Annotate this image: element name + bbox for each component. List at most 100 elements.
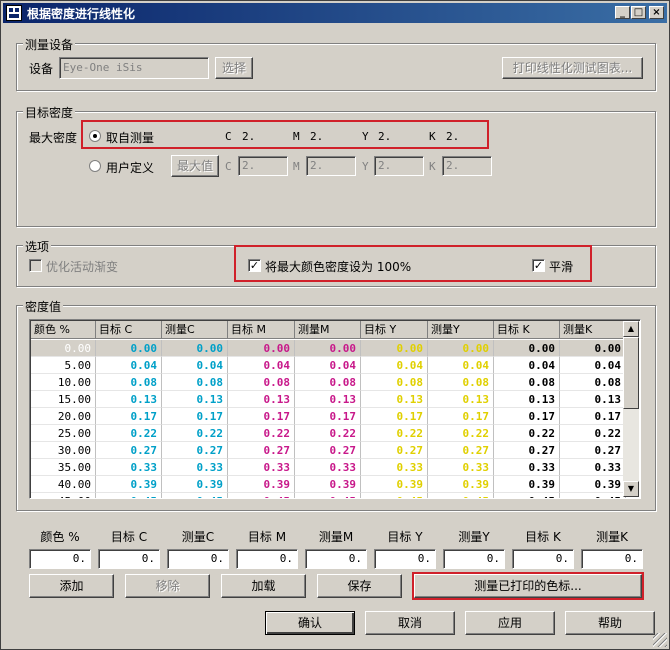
table-cell: 0.22: [494, 425, 560, 442]
help-button[interactable]: 帮助: [565, 611, 655, 635]
user-m-field[interactable]: 2.: [306, 156, 356, 176]
measured-m-label: M: [293, 130, 300, 143]
from-measure-radio[interactable]: [89, 130, 101, 142]
editor-field[interactable]: 0.: [305, 549, 367, 569]
dialog-window: 根据密度进行线性化 _ □ × 测量设备 设备 Eye-One iSis 选择 …: [0, 0, 670, 650]
load-button[interactable]: 加载: [221, 574, 306, 598]
editor-field[interactable]: 0.: [236, 549, 298, 569]
table-cell: 0.00: [560, 340, 626, 357]
print-test-chart-button[interactable]: 打印线性化测试图表...: [502, 57, 643, 79]
editor-field[interactable]: 0.: [167, 549, 229, 569]
table-cell: 0.45: [228, 493, 295, 498]
vertical-scrollbar[interactable]: ▲ ▼: [623, 321, 639, 497]
max-density-100-label: 将最大颜色密度设为 100%: [265, 260, 412, 274]
save-button[interactable]: 保存: [317, 574, 402, 598]
close-button[interactable]: ×: [649, 6, 664, 19]
table-cell: 5.00: [31, 357, 96, 374]
max-density-100-checkbox[interactable]: ✓: [248, 259, 261, 272]
table-cell: 25.00: [31, 425, 96, 442]
column-header[interactable]: 颜色 %: [31, 321, 96, 339]
table-cell: 0.13: [428, 391, 494, 408]
table-cell: 0.13: [494, 391, 560, 408]
smooth-checkbox[interactable]: ✓: [532, 259, 545, 272]
column-header[interactable]: 测量M: [295, 321, 361, 339]
measure-printed-patches-button[interactable]: 测量已打印的色标...: [414, 574, 642, 598]
editor-field[interactable]: 0.: [443, 549, 505, 569]
apply-button[interactable]: 应用: [465, 611, 555, 635]
table-cell: 0.17: [560, 408, 626, 425]
table-cell: 0.04: [96, 357, 162, 374]
table-cell: 0.22: [428, 425, 494, 442]
window-title: 根据密度进行线性化: [27, 7, 136, 21]
scroll-down-button[interactable]: ▼: [623, 481, 639, 497]
user-k-field[interactable]: 2.: [442, 156, 492, 176]
editor-label: 目标 K: [525, 530, 561, 544]
table-cell: 0.27: [494, 442, 560, 459]
table-cell: 0.33: [560, 459, 626, 476]
minimize-button[interactable]: _: [615, 6, 630, 19]
scroll-thumb[interactable]: [623, 337, 639, 409]
table-cell: 0.39: [560, 476, 626, 493]
table-cell: 30.00: [31, 442, 96, 459]
from-measure-label: 取自测量: [106, 131, 155, 145]
column-header[interactable]: 目标 M: [228, 321, 295, 339]
editor-label: 颜色 %: [40, 530, 80, 544]
table-cell: 45.00: [31, 493, 96, 498]
table-cell: 0.00: [228, 340, 295, 357]
ok-button[interactable]: 确认: [265, 611, 355, 635]
size-grip[interactable]: [653, 633, 667, 647]
table-cell: 0.33: [494, 459, 560, 476]
remove-button[interactable]: 移除: [125, 574, 210, 598]
max-value-button[interactable]: 最大值: [171, 155, 219, 177]
user-m-label: M: [293, 160, 300, 173]
measured-c-value: 2.: [242, 130, 256, 143]
table-cell: 0.08: [361, 374, 428, 391]
table-cell: 0.08: [428, 374, 494, 391]
user-y-label: Y: [362, 160, 369, 173]
table-cell: 20.00: [31, 408, 96, 425]
table-cell: 0.27: [228, 442, 295, 459]
table-cell: 35.00: [31, 459, 96, 476]
editor-field[interactable]: 0.: [29, 549, 91, 569]
editor-field[interactable]: 0.: [581, 549, 643, 569]
table-cell: 0.17: [228, 408, 295, 425]
device-group-label: 测量设备: [23, 36, 76, 53]
editor-label: 目标 Y: [387, 530, 423, 544]
editor-field[interactable]: 0.: [512, 549, 574, 569]
measured-k-label: K: [429, 130, 436, 143]
user-c-field[interactable]: 2.: [238, 156, 288, 176]
editor-field[interactable]: 0.: [98, 549, 160, 569]
editor-field[interactable]: 0.: [374, 549, 436, 569]
maximize-button[interactable]: □: [631, 6, 646, 19]
table-cell: 0.22: [228, 425, 295, 442]
cancel-button[interactable]: 取消: [365, 611, 455, 635]
optimize-gradient-checkbox[interactable]: [29, 259, 42, 272]
scroll-up-button[interactable]: ▲: [623, 321, 639, 337]
select-device-button[interactable]: 选择: [215, 57, 253, 79]
column-header[interactable]: 测量Y: [428, 321, 494, 339]
column-header[interactable]: 测量C: [162, 321, 228, 339]
column-header[interactable]: 测量K: [560, 321, 626, 339]
table-cell: 0.45: [295, 493, 361, 498]
density-table[interactable]: 颜色 % 目标 C 测量C 目标 M 测量M 目标 Y 测量Y 目标 K 测量K 0.00 0.0…: [29, 319, 641, 499]
user-defined-radio[interactable]: [89, 160, 101, 172]
density-values-label: 密度值: [23, 298, 64, 315]
column-header[interactable]: 目标 K: [494, 321, 560, 339]
table-cell: 15.00: [31, 391, 96, 408]
column-header[interactable]: 目标 Y: [361, 321, 428, 339]
column-header[interactable]: 目标 C: [96, 321, 162, 339]
target-density-label: 目标密度: [23, 104, 76, 121]
table-cell: 0.33: [96, 459, 162, 476]
title-bar[interactable]: 根据密度进行线性化 _ □ ×: [3, 3, 667, 23]
add-button[interactable]: 添加: [29, 574, 114, 598]
table-cell: 0.04: [428, 357, 494, 374]
table-cell: 0.04: [295, 357, 361, 374]
table-cell: 0.39: [295, 476, 361, 493]
editor-label: 测量C: [181, 530, 215, 544]
max-density-label: 最大密度: [29, 131, 78, 145]
table-cell: 0.33: [162, 459, 228, 476]
table-cell: 0.39: [228, 476, 295, 493]
table-cell: 0.45: [560, 493, 626, 498]
user-y-field[interactable]: 2.: [374, 156, 424, 176]
measured-m-value: 2.: [310, 130, 324, 143]
